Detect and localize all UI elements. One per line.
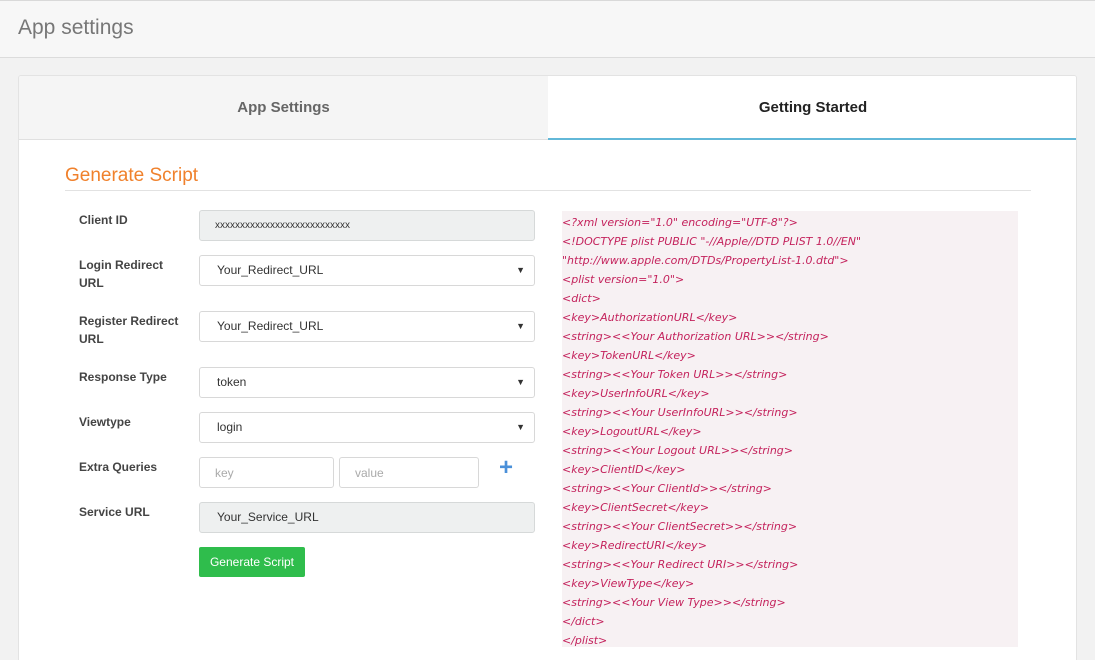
code-line: </plist> <box>562 634 608 647</box>
code-line: <key>ClientSecret</key> <box>562 501 710 514</box>
code-line: <string><<Your Logout URL>></string> <box>562 444 793 457</box>
code-line: <string><<Your ClientSecret>></string> <box>562 520 798 533</box>
plus-icon[interactable]: + <box>499 456 513 480</box>
service-url-field[interactable]: Your_Service_URL <box>199 502 535 533</box>
tab-bar: App Settings Getting Started <box>19 76 1076 140</box>
extra-query-value-input[interactable] <box>339 457 479 488</box>
service-url-label: Service URL <box>79 505 150 519</box>
response-type-value: token <box>217 375 247 389</box>
code-line: </dict> <box>562 615 605 628</box>
client-id-label: Client ID <box>79 213 128 227</box>
code-line: <dict> <box>562 292 601 305</box>
code-line: <key>ViewType</key> <box>562 577 695 590</box>
tab-app-settings[interactable]: App Settings <box>19 76 548 140</box>
settings-card: App Settings Getting Started Generate Sc… <box>18 75 1077 660</box>
code-line: <string><<Your Authorization URL>></stri… <box>562 330 829 343</box>
login-redirect-select[interactable]: Your_Redirect_URL ▼ <box>199 255 535 286</box>
caret-down-icon: ▼ <box>516 265 525 275</box>
code-line: <string><<Your View Type>></string> <box>562 596 786 609</box>
viewtype-select[interactable]: login ▼ <box>199 412 535 443</box>
extra-query-key-input[interactable] <box>199 457 334 488</box>
caret-down-icon: ▼ <box>516 422 525 432</box>
register-redirect-label: Register Redirect URL <box>79 314 179 346</box>
code-line: <key>ClientID</key> <box>562 463 686 476</box>
code-line: <key>RedirectURI</key> <box>562 539 707 552</box>
code-line: <string><<Your Redirect URI>></string> <box>562 558 799 571</box>
tab-getting-started[interactable]: Getting Started <box>548 76 1076 140</box>
code-line: <string><<Your ClientId>></string> <box>562 482 772 495</box>
register-redirect-value: Your_Redirect_URL <box>217 319 324 333</box>
code-line: <key>AuthorizationURL</key> <box>562 311 738 324</box>
register-redirect-select[interactable]: Your_Redirect_URL ▼ <box>199 311 535 342</box>
code-line: <string><<Your UserInfoURL>></string> <box>562 406 798 419</box>
code-line: <key>LogoutURL</key> <box>562 425 702 438</box>
viewtype-value: login <box>217 420 243 434</box>
client-id-field[interactable]: xxxxxxxxxxxxxxxxxxxxxxxxxxx <box>199 210 535 241</box>
top-bar: App settings <box>0 0 1095 58</box>
code-line: "http://www.apple.com/DTDs/PropertyList-… <box>562 254 849 267</box>
code-line: <!DOCTYPE plist PUBLIC "-//Apple//DTD PL… <box>562 235 862 248</box>
extra-queries-label: Extra Queries <box>79 460 158 474</box>
caret-down-icon: ▼ <box>516 377 525 387</box>
login-redirect-label: Login Redirect URL <box>79 258 164 290</box>
code-line: <key>TokenURL</key> <box>562 349 696 362</box>
code-line: <plist version="1.0"> <box>562 273 685 286</box>
page-title: App settings <box>18 16 134 39</box>
login-redirect-value: Your_Redirect_URL <box>217 263 324 277</box>
code-line: <key>UserInfoURL</key> <box>562 387 710 400</box>
code-line: <?xml version="1.0" encoding="UTF-8"?> <box>562 216 798 229</box>
code-line: <string><<Your Token URL>></string> <box>562 368 788 381</box>
response-type-label: Response Type <box>79 370 167 384</box>
script-output: <?xml version="1.0" encoding="UTF-8"?> <!… <box>562 211 1018 647</box>
section-divider <box>65 190 1031 191</box>
section-title: Generate Script <box>65 165 199 186</box>
generate-script-button[interactable]: Generate Script <box>199 547 305 577</box>
viewtype-label: Viewtype <box>79 415 131 429</box>
response-type-select[interactable]: token ▼ <box>199 367 535 398</box>
caret-down-icon: ▼ <box>516 321 525 331</box>
